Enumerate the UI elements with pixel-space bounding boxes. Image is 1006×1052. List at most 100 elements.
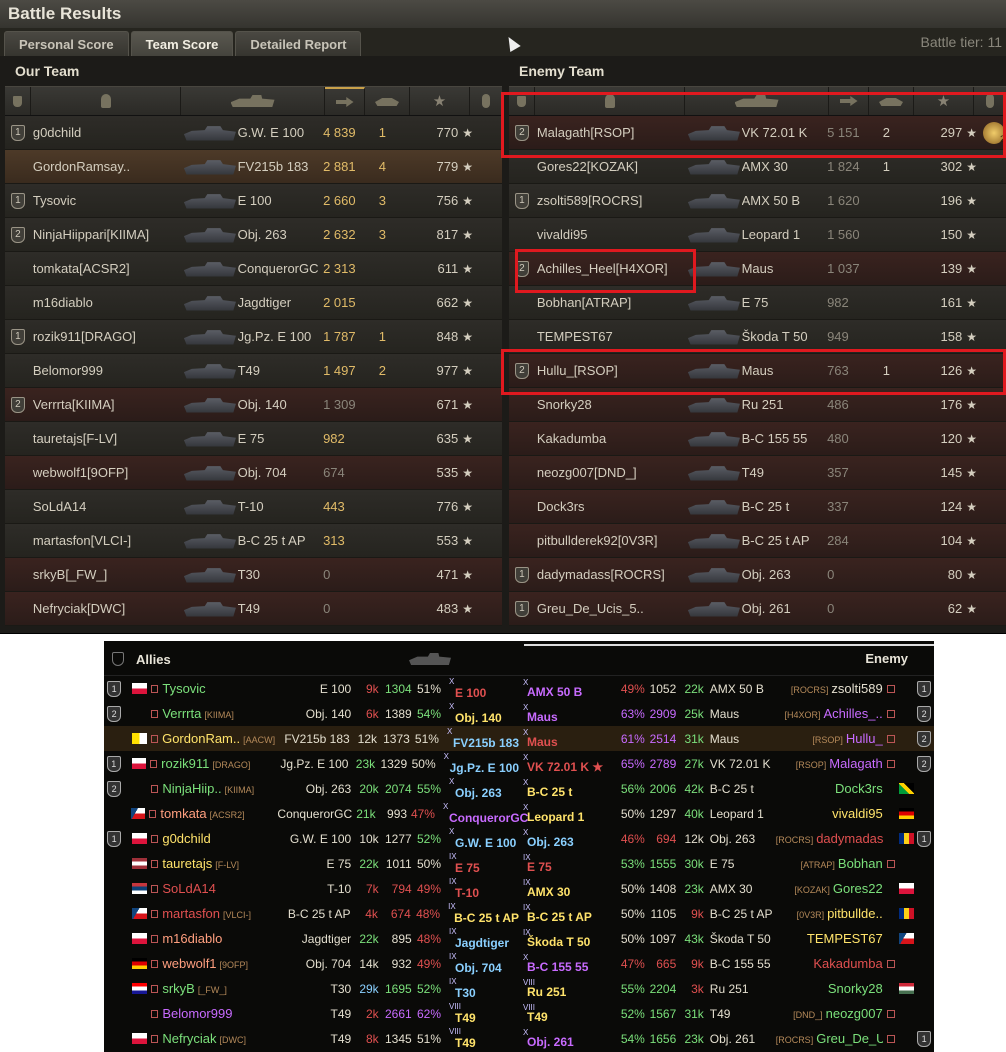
enemy-tank-label-cell: IX B-C 25 t AP: [523, 903, 617, 924]
ally-rating: 1011: [385, 856, 412, 871]
xp-value: 150: [940, 227, 963, 242]
tank-icon: [183, 228, 236, 243]
enemy-winrate: 49%: [620, 681, 645, 696]
missing-icon: [150, 709, 159, 718]
player-row[interactable]: GordonRamsay.. FV215b 183 2 881 4 779 ★: [5, 150, 502, 184]
player-row[interactable]: martasfon[VLCI-] B-C 25 t AP 313 553 ★: [5, 524, 502, 558]
ally-tier: IX: [449, 926, 457, 936]
enemy-winrate: 55%: [620, 981, 645, 996]
ally-clan: [AACW]: [243, 735, 276, 745]
ally-avg-damage: 29k: [359, 981, 379, 996]
xvm-ally: srkyB [_FW_] T30 29k 1695 52% IX T30: [104, 976, 519, 1001]
enemy-tank-label-cell: IX E 75: [523, 853, 617, 874]
player-row[interactable]: vivaldi95 Leopard 1 1 560 150 ★: [509, 218, 1006, 252]
player-row[interactable]: SoLdA14 T-10 443 776 ★: [5, 490, 502, 524]
ally-tank-label-cell: IX T-10: [449, 877, 519, 900]
player-row[interactable]: 2 Verrrta[KIIMA] Obj. 140 1 309 671 ★: [5, 388, 502, 422]
flag-icon-hr: [132, 983, 147, 994]
xvm-enemy: X Leopard 1 50% 1297 40k Leopard 1 vivaldi95: [519, 801, 934, 826]
player-row[interactable]: neozg007[DND_] T49 357 145 ★: [509, 456, 1006, 490]
ally-tank: E 100: [319, 681, 352, 696]
medal-column-icon[interactable]: [470, 87, 502, 115]
player-row[interactable]: m16diablo Jagdtiger 2 015 662 ★: [5, 286, 502, 320]
player-column-icon[interactable]: [31, 87, 181, 115]
player-row[interactable]: 1 g0dchild G.W. E 100 4 839 1 770 ★: [5, 116, 502, 150]
ally-tier: IX: [449, 976, 457, 986]
xvm-row: 2 NinjaHiip.. [KIIMA] Obj. 263 20k 2074 55% X Ob…: [104, 776, 934, 801]
kills-column-icon[interactable]: [365, 87, 410, 115]
enemy-clan: [H4XOR]: [784, 710, 821, 720]
tab-detailed-report[interactable]: Detailed Report: [235, 31, 362, 56]
enemy-name-text: Greu_De_U..: [816, 1031, 883, 1046]
badge-cell: 1: [509, 566, 535, 583]
kills-value: 4: [378, 159, 386, 174]
tank-image: [180, 356, 238, 386]
ally-rating: 2661: [384, 1006, 412, 1021]
ally-avg-damage: 7k: [365, 881, 379, 896]
tank-icon: [687, 602, 740, 617]
player-row[interactable]: webwolf1[9OFP] Obj. 704 674 535 ★: [5, 456, 502, 490]
player-row[interactable]: 1 dadymadass[ROCRS] Obj. 263 0 80 ★: [509, 558, 1006, 592]
xvm-enemy: IX B-C 25 t AP 50% 1105 9k B-C 25 t AP [0V3R] p…: [519, 901, 934, 926]
player-row[interactable]: 1 zsolti589[ROCRS] AMX 50 B 1 620 196 ★: [509, 184, 1006, 218]
xvm-ally: tomkata [ACSR2] ConquerorGC 21k 993 47% X Conqu…: [104, 801, 528, 826]
tank-icon: [687, 330, 740, 345]
player-row[interactable]: Nefryciak[DWC] T49 0 483 ★: [5, 592, 502, 626]
enemy-avg-damage: 42k: [684, 781, 704, 796]
enemy-name: [KOZAK] Gores22: [773, 881, 882, 896]
kills-value: 1: [378, 329, 386, 344]
highlight-box: [515, 249, 696, 293]
enemy-name: [H4XOR] Achilles_..: [773, 706, 882, 721]
player-row[interactable]: pitbullderek92[0V3R] B-C 25 t AP 284 104 ★: [509, 524, 1006, 558]
enemy-name: [RSOP] Malagath: [773, 756, 883, 771]
ally-tank-label-cell: IX Jagdtiger: [449, 927, 519, 950]
enemy-name-text: dadymadass: [816, 831, 883, 846]
player-row[interactable]: Dock3rs B-C 25 t 337 124 ★: [509, 490, 1006, 524]
tank-column-icon[interactable]: [181, 87, 325, 115]
missing-icon: [886, 959, 895, 968]
xp-value: 471: [436, 567, 459, 582]
tank-icon: [183, 602, 236, 617]
xp-column-star-icon[interactable]: ★: [410, 87, 470, 115]
enemy-rating: 1097: [649, 931, 677, 946]
player-row[interactable]: 1 rozik911[DRAGO] Jg.Pz. E 100 1 787 1 848 ★: [5, 320, 502, 354]
star-icon: ★: [966, 295, 977, 310]
tank-icon: [183, 398, 236, 413]
ally-tier: X: [446, 726, 453, 736]
damage-value: 674: [323, 465, 345, 480]
enemy-tank: Maus: [709, 731, 740, 746]
player-row[interactable]: srkyB[_FW_] T30 0 471 ★: [5, 558, 502, 592]
ally-name: tauretajs [F-LV]: [162, 856, 285, 871]
flag-icon-ro: [898, 833, 915, 844]
rank-badge-icon: 1: [10, 192, 25, 209]
player-row[interactable]: Kakadumba B-C 155 55 480 120 ★: [509, 422, 1006, 456]
enemy-tier: X: [523, 952, 529, 962]
player-row[interactable]: tauretajs[F-LV] E 75 982 635 ★: [5, 422, 502, 456]
flag-icon-hu: [898, 983, 915, 994]
damage-column-icon[interactable]: [325, 87, 365, 115]
player-row[interactable]: Belomor999 T49 1 497 2 977 ★: [5, 354, 502, 388]
xp-value: 770: [436, 125, 459, 140]
xp-value: 80: [947, 567, 963, 582]
player-row[interactable]: tomkata[ACSR2] ConquerorGC 2 313 611 ★: [5, 252, 502, 286]
ally-tank-label-cell: X ConquerorGC: [443, 802, 528, 825]
battle-results-window: Battle Results Personal Score Team Score…: [0, 0, 1006, 634]
missing-icon: [150, 909, 159, 918]
damage-value: 0: [323, 567, 331, 582]
xvm-ally: martasfon [VLCI-] B-C 25 t AP 4k 674 48% IX B-C…: [104, 901, 519, 926]
damage-value: 2 632: [323, 227, 356, 242]
tank-image: [180, 560, 238, 590]
player-row[interactable]: 1 Tysovic E 100 2 660 3 756 ★: [5, 184, 502, 218]
player-name: Nefryciak[DWC]: [32, 601, 126, 616]
tank-name: B-C 155 55: [741, 431, 808, 446]
player-row[interactable]: 2 NinjaHiippari[KIIMA] Obj. 263 2 632 3 817 ★: [5, 218, 502, 252]
badge-column-icon[interactable]: [5, 87, 31, 115]
xp-value: 611: [437, 261, 459, 276]
player-row[interactable]: 1 Greu_De_Ucis_5.. Obj. 261 0 62 ★: [509, 592, 1006, 626]
enemy-tier: X: [523, 1027, 529, 1037]
tab-personal-score[interactable]: Personal Score: [4, 31, 129, 56]
xvm-enemy: X B-C 155 55 47% 665 9k B-C 155 55 Kakadumba: [519, 951, 934, 976]
star-icon: ★: [966, 193, 977, 208]
tab-team-score[interactable]: Team Score: [130, 31, 234, 56]
tank-name: Obj. 263: [741, 567, 791, 582]
